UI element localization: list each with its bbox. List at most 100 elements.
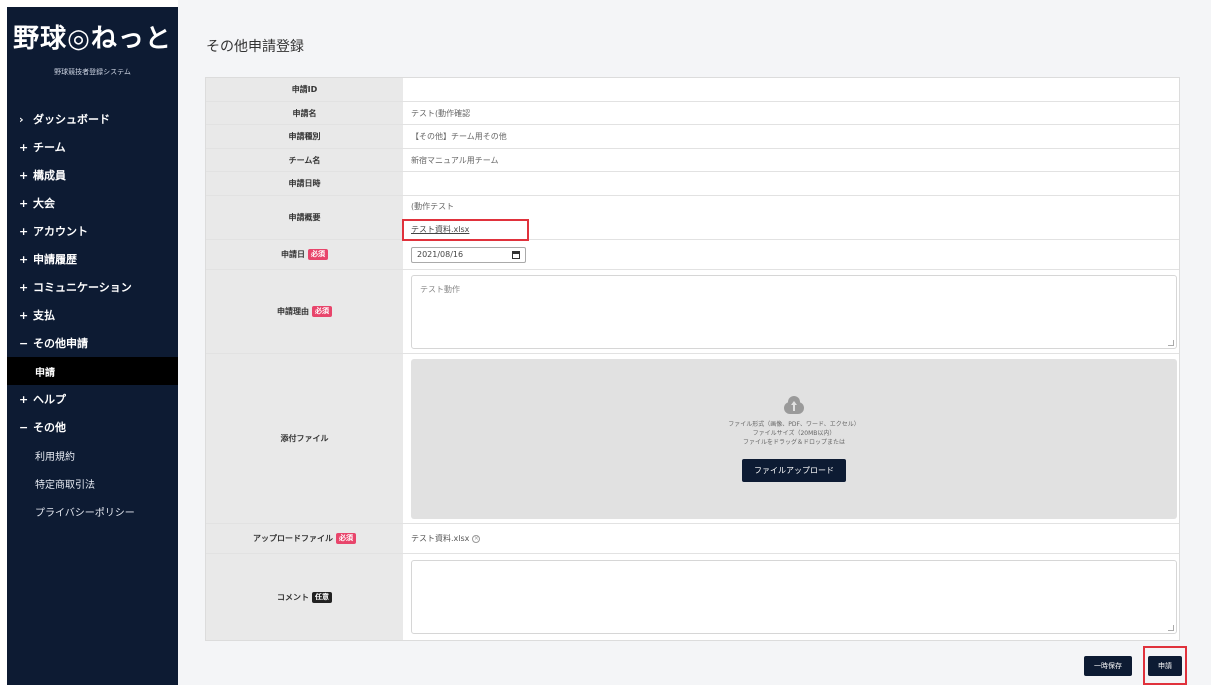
label-application-id: 申請ID — [206, 78, 403, 101]
calendar-icon[interactable] — [512, 250, 520, 259]
sidebar-item-history[interactable]: + 申請履歴 — [7, 245, 178, 273]
minus-icon: − — [19, 420, 29, 434]
label-application-name: 申請名 — [206, 102, 403, 124]
row-team-name: チーム名 新宿マニュアル用チーム — [206, 149, 1179, 172]
sidebar-item-dashboard[interactable]: › ダッシュボード — [7, 105, 178, 133]
label-application-datetime: 申請日時 — [206, 172, 403, 195]
row-application-id: 申請ID — [206, 78, 1179, 102]
value-application-name: テスト(動作確認 — [411, 108, 471, 118]
required-badge: 必須 — [312, 306, 332, 317]
dropzone-size-text: ファイルサイズ（20MB以内） — [752, 429, 836, 437]
label-uploaded-file: アップロードファイル 必須 — [206, 524, 403, 553]
plus-icon: + — [19, 392, 29, 406]
row-attachment: 添付ファイル ファイル形式（画像、PDF、ワード、エクセル） ファイルサイズ（2… — [206, 354, 1179, 524]
file-upload-button[interactable]: ファイルアップロード — [742, 458, 846, 482]
sidebar-nav: › ダッシュボード + チーム + 構成員 + 大会 + アカウント + 申請履歴 + コミュ… — [7, 105, 178, 525]
sidebar-item-label: ダッシュボード — [33, 113, 110, 126]
sidebar-item-members[interactable]: + 構成員 — [7, 161, 178, 189]
row-application-type: 申請種別 【その他】チーム用その他 — [206, 125, 1179, 149]
reason-textarea[interactable]: テスト動作 — [411, 274, 1177, 349]
sidebar-item-label: 支払 — [33, 309, 55, 322]
label-comment: コメント 任意 — [206, 554, 403, 640]
value-attachment: ファイル形式（画像、PDF、ワード、エクセル） ファイルサイズ（20MB以内） … — [403, 354, 1179, 523]
label-application-summary: 申請概要 — [206, 196, 403, 239]
logo[interactable]: 野球◎ねっと — [7, 7, 178, 65]
row-application-datetime: 申請日時 — [206, 172, 1179, 196]
row-uploaded-file: アップロードファイル 必須 テスト資料.xlsx × — [206, 524, 1179, 554]
plus-icon: + — [19, 224, 29, 238]
resize-handle-icon[interactable] — [1168, 339, 1174, 346]
sidebar-item-help[interactable]: + ヘルプ — [7, 385, 178, 413]
sidebar-item-account[interactable]: + アカウント — [7, 217, 178, 245]
comment-textarea[interactable] — [411, 560, 1177, 634]
plus-icon: + — [19, 140, 29, 154]
resize-handle-icon[interactable] — [1168, 625, 1174, 631]
sidebar-item-team[interactable]: + チーム — [7, 133, 178, 161]
plus-icon: + — [19, 308, 29, 322]
sidebar-item-other[interactable]: − その他 — [7, 413, 178, 441]
sidebar-subitem-terms[interactable]: 利用規約 — [7, 441, 178, 469]
required-badge: 必須 — [308, 249, 328, 260]
label-application-type: 申請種別 — [206, 125, 403, 148]
value-application-datetime — [403, 172, 1179, 195]
label-team-name: チーム名 — [206, 149, 403, 171]
sidebar-item-label: 申請履歴 — [33, 253, 77, 266]
dropzone-drag-text: ファイルをドラッグ＆ドロップまたは — [742, 438, 845, 446]
summary-text: (動作テスト — [411, 201, 455, 211]
plus-icon: + — [19, 196, 29, 210]
value-application-id — [403, 78, 1179, 101]
logo-tagline: 野球競技者登録システム — [54, 68, 131, 76]
row-application-summary: 申請概要 (動作テスト テスト資料.xlsx — [206, 196, 1179, 240]
date-input-value: 2021/08/16 — [417, 250, 464, 259]
sidebar-item-payment[interactable]: + 支払 — [7, 301, 178, 329]
remove-file-icon[interactable]: × — [472, 534, 481, 543]
required-badge: 必須 — [336, 533, 356, 544]
cloud-upload-icon — [782, 395, 806, 414]
value-comment — [403, 554, 1179, 640]
optional-badge: 任意 — [312, 591, 332, 603]
minus-icon: − — [19, 336, 29, 350]
value-application-type: 【その他】チーム用その他 — [411, 132, 507, 141]
sidebar-item-label: アカウント — [33, 225, 88, 238]
sidebar-item-label: 構成員 — [33, 169, 66, 182]
save-draft-button[interactable]: 一時保存 — [1084, 656, 1132, 676]
label-text: コメント — [277, 592, 309, 602]
value-application-reason: テスト動作 — [403, 270, 1179, 353]
sidebar-subitem-privacy[interactable]: プライバシーポリシー — [7, 497, 178, 525]
label-text: 申請理由 — [277, 307, 309, 316]
main-content: その他申請登録 申請ID 申請名 テスト(動作確認 申請種別 【その他】チーム用… — [178, 0, 1211, 685]
sidebar-item-label: その他 — [33, 421, 66, 434]
label-attachment: 添付ファイル — [206, 354, 403, 523]
sidebar-item-label: その他申請 — [33, 337, 88, 350]
sidebar: 野球◎ねっと 野球競技者登録システム › ダッシュボード + チーム + 構成員 + 大… — [7, 7, 178, 685]
value-application-date: 2021/08/16 — [403, 240, 1179, 269]
sidebar-item-communication[interactable]: + コミュニケーション — [7, 273, 178, 301]
sidebar-subitem-commerce-law[interactable]: 特定商取引法 — [7, 469, 178, 497]
plus-icon: + — [19, 280, 29, 294]
uploaded-file-name[interactable]: テスト資料.xlsx — [411, 533, 469, 544]
page-title: その他申請登録 — [206, 39, 304, 55]
sidebar-item-label: 大会 — [33, 197, 55, 210]
highlight-box-summary-file — [402, 219, 529, 241]
row-application-name: 申請名 テスト(動作確認 — [206, 102, 1179, 125]
file-dropzone[interactable]: ファイル形式（画像、PDF、ワード、エクセル） ファイルサイズ（20MB以内） … — [411, 358, 1177, 519]
plus-icon: + — [19, 252, 29, 266]
sidebar-item-other-application[interactable]: − その他申請 — [7, 329, 178, 357]
plus-icon: + — [19, 168, 29, 182]
label-text: 申請日 — [281, 250, 305, 259]
row-application-reason: 申請理由 必須 テスト動作 — [206, 270, 1179, 354]
sidebar-item-label: ヘルプ — [33, 393, 66, 406]
application-form: 申請ID 申請名 テスト(動作確認 申請種別 【その他】チーム用その他 チーム名… — [205, 77, 1180, 641]
sidebar-subitem-application[interactable]: 申請 — [7, 357, 178, 385]
sidebar-item-label: チーム — [33, 141, 66, 154]
row-comment: コメント 任意 — [206, 554, 1179, 640]
value-uploaded-file: テスト資料.xlsx × — [403, 524, 1179, 553]
sidebar-item-tournament[interactable]: + 大会 — [7, 189, 178, 217]
highlight-box-submit — [1143, 646, 1187, 685]
label-application-reason: 申請理由 必須 — [206, 270, 403, 353]
dropzone-format-text: ファイル形式（画像、PDF、ワード、エクセル） — [728, 420, 860, 428]
label-text: アップロードファイル — [253, 534, 333, 543]
value-team-name: 新宿マニュアル用チーム — [411, 155, 499, 165]
date-input[interactable]: 2021/08/16 — [411, 246, 526, 263]
logo-text: 野球◎ねっと — [13, 23, 172, 54]
